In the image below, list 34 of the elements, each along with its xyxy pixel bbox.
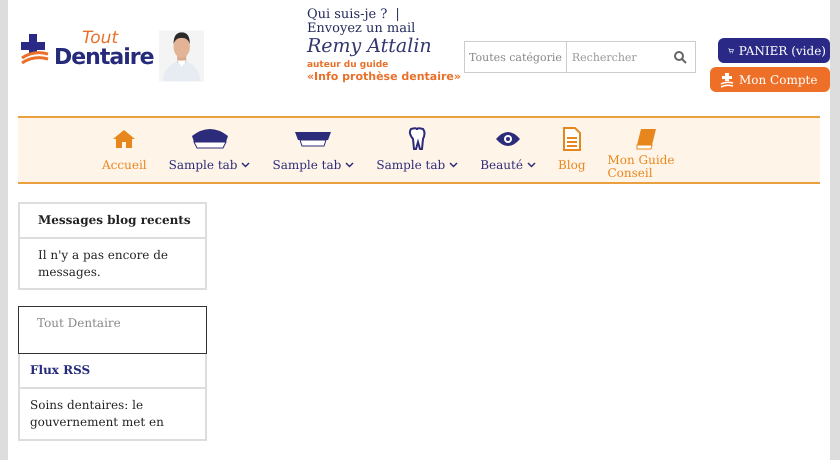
nav-tab[interactable]: Sample tab [272,126,354,172]
header-link[interactable]: Envoyez un mail [306,22,416,37]
search-input[interactable]: Rechercher [566,50,673,64]
nav-tab[interactable]: Beauté [480,126,536,172]
signature: Remy Attalin [306,36,433,56]
logo-tagline: Tout [82,30,119,47]
search-icon[interactable] [673,50,687,64]
widget-title: Messages blog recents [38,213,191,227]
nav-tab[interactable]: Sample tab [168,126,250,172]
author-role: auteur du guide [306,60,390,70]
home-icon [112,129,136,149]
widget-text: Il n'y a pas encore de messages. [38,248,168,279]
separator: | [395,8,400,22]
denture-icon [294,130,332,148]
chevron-down-icon [345,162,354,168]
document-icon [562,127,582,151]
header-link[interactable]: Qui suis-je ? [306,8,388,22]
cart-button[interactable]: PANIER (vide) [718,38,830,63]
denture-icon [190,128,230,150]
chevron-down-icon [526,162,536,168]
tooth-icon [408,127,426,151]
rss-link[interactable]: Flux RSS [30,363,90,378]
text-field[interactable]: Tout Dentaire [18,306,207,354]
category-select[interactable]: Toutes catégorie [465,42,567,72]
guide-title: «Info prothèse dentaire» [306,70,461,83]
nav-tab[interactable]: Sample tab [376,126,458,172]
chevron-down-icon [241,162,250,168]
search-bar[interactable]: Toutes catégorie Rechercher [464,41,696,73]
logo-text: Dentaire [54,47,154,69]
book-icon [634,128,656,150]
eye-icon [495,131,522,147]
chevron-down-icon [449,162,458,168]
widget-text: Soins dentaires: le gouvernement met en [30,398,164,429]
logo-icon [720,72,734,88]
